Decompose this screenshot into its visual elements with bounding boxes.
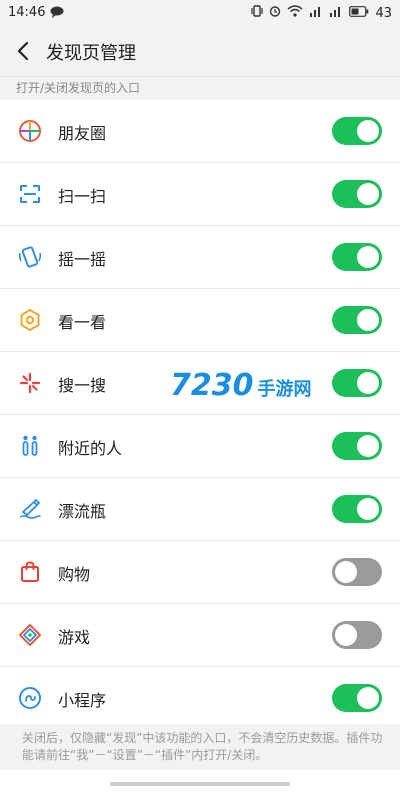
list-item-label: 朋友圈: [58, 124, 107, 143]
wifi-icon: [287, 5, 303, 21]
toggle-knob: [357, 687, 379, 709]
toggle-knob: [357, 246, 379, 268]
toggle-knob: [357, 498, 379, 520]
moments-toggle[interactable]: [332, 117, 382, 145]
list-item-label: 小程序: [58, 691, 107, 710]
search-icon: [18, 371, 42, 395]
games-icon: [18, 623, 42, 647]
vibrate-icon: [251, 5, 264, 21]
drift-bottle-icon: [18, 497, 42, 521]
people-nearby-toggle[interactable]: [332, 432, 382, 460]
list-item-label: 附近的人: [58, 439, 123, 458]
alarm-icon: [269, 5, 281, 21]
list-item-games: 游戏: [0, 604, 400, 667]
toggle-knob: [357, 372, 379, 394]
shake-icon: [18, 245, 42, 269]
list-item-drift-bottle: 漂流瓶: [0, 478, 400, 541]
gesture-bar: [0, 770, 400, 800]
toggle-knob: [357, 120, 379, 142]
shake-toggle[interactable]: [332, 243, 382, 271]
page-title: 发现页管理: [46, 43, 136, 64]
list-item-label: 搜一搜: [58, 376, 107, 395]
shopping-bag-icon: [18, 560, 42, 584]
back-arrow-icon[interactable]: [12, 39, 36, 63]
list-item-top-stories: 看一看: [0, 289, 400, 352]
scan-toggle[interactable]: [332, 180, 382, 208]
top-stories-toggle[interactable]: [332, 306, 382, 334]
list-item-people-nearby: 附近的人: [0, 415, 400, 478]
toggle-knob: [357, 435, 379, 457]
status-time: 14:46: [8, 5, 46, 20]
status-bar: 14:46 43: [0, 0, 400, 26]
battery-level: 43: [375, 5, 392, 21]
list-item-label: 摇一摇: [58, 250, 107, 269]
list-item-label: 看一看: [58, 313, 107, 332]
mini-program-icon: [18, 686, 42, 710]
signal-icon: [309, 5, 323, 21]
settings-list: 朋友圈 扫一扫 摇一摇 看一看 搜一搜 附近的人 漂流瓶 购物 游戏 小程序: [0, 100, 400, 729]
top-stories-icon: [18, 308, 42, 332]
home-indicator[interactable]: [110, 782, 290, 786]
shopping-toggle[interactable]: [332, 558, 382, 586]
scan-icon: [18, 182, 42, 206]
battery-icon: [349, 5, 369, 21]
people-nearby-icon: [18, 434, 42, 458]
section-header: 打开/关闭发现页的入口: [0, 76, 400, 100]
signal-icon: [329, 5, 343, 21]
mini-program-toggle[interactable]: [332, 684, 382, 712]
list-item-label: 漂流瓶: [58, 502, 107, 521]
footer-note: 关闭后，仅隐藏“发现”中该功能的入口，不会清空历史数据。插件功能请前往“我”－“…: [0, 724, 400, 770]
toggle-knob: [335, 561, 357, 583]
list-item-label: 扫一扫: [58, 187, 107, 206]
chat-bubble-icon: [50, 6, 64, 22]
app-bar: 发现页管理: [0, 26, 400, 76]
toggle-knob: [357, 183, 379, 205]
list-item-moments: 朋友圈: [0, 100, 400, 163]
drift-bottle-toggle[interactable]: [332, 495, 382, 523]
list-item-scan: 扫一扫: [0, 163, 400, 226]
list-item-label: 购物: [58, 565, 91, 584]
list-item-label: 游戏: [58, 628, 91, 647]
games-toggle[interactable]: [332, 621, 382, 649]
list-item-search: 搜一搜: [0, 352, 400, 415]
moments-icon: [18, 119, 42, 143]
search-toggle[interactable]: [332, 369, 382, 397]
toggle-knob: [357, 309, 379, 331]
list-item-mini-program: 小程序: [0, 667, 400, 729]
list-item-shake: 摇一摇: [0, 226, 400, 289]
toggle-knob: [335, 624, 357, 646]
list-item-shopping: 购物: [0, 541, 400, 604]
